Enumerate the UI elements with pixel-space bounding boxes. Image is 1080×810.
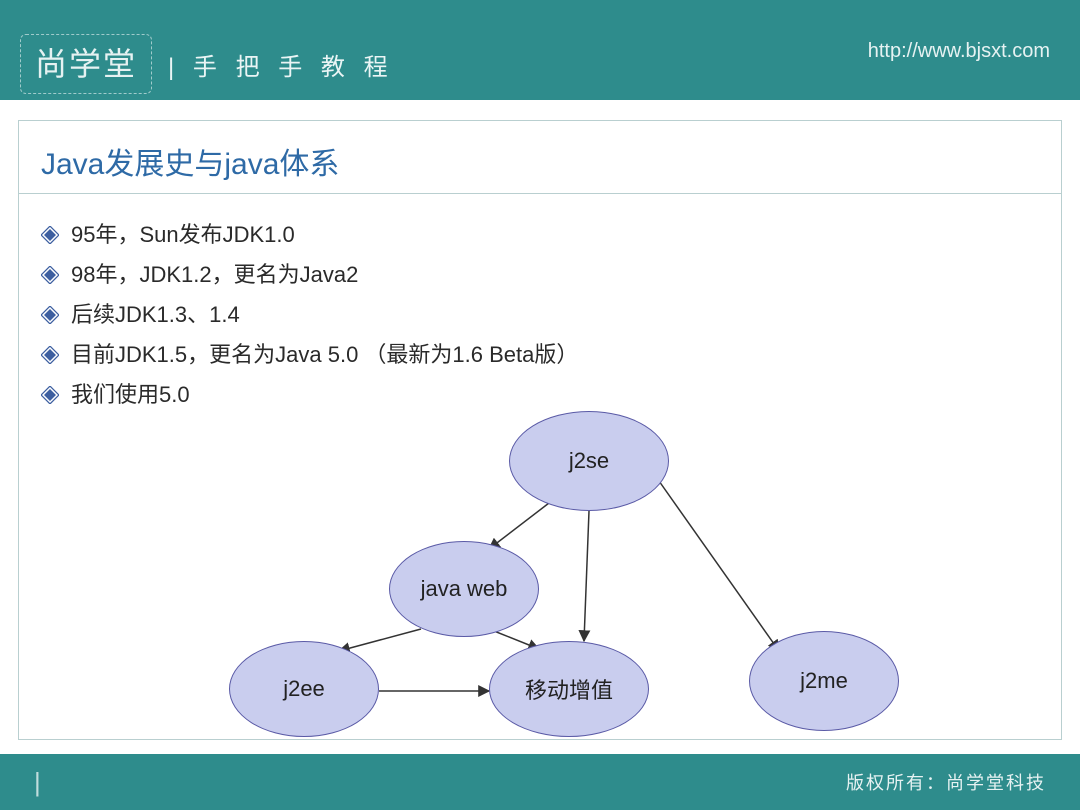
header-url: http://www.bjsxt.com xyxy=(868,40,1050,63)
node-label: j2ee xyxy=(283,676,325,702)
logo-text: 尚学堂 xyxy=(20,34,152,94)
diamond-bullet-icon xyxy=(41,386,59,404)
slide-title-row: Java发展史与java体系 xyxy=(19,121,1061,194)
node-label: j2se xyxy=(569,448,609,474)
logo-area: 尚学堂 | 手 把 手 教 程 xyxy=(20,34,394,94)
header-bar: 尚学堂 | 手 把 手 教 程 http://www.bjsxt.com xyxy=(0,0,1080,100)
slide-title: Java发展史与java体系 xyxy=(41,139,1039,183)
list-item: 98年，JDK1.2，更名为Java2 xyxy=(41,258,1039,292)
node-javaweb: java web xyxy=(389,541,539,637)
diamond-bullet-icon xyxy=(41,266,59,284)
diamond-bullet-icon xyxy=(41,306,59,324)
bullet-text: 后续JDK1.3、1.4 xyxy=(71,298,240,332)
footer-copyright: 版权所有：尚学堂科技 xyxy=(846,769,1046,795)
list-item: 后续JDK1.3、1.4 xyxy=(41,298,1039,332)
node-j2me: j2me xyxy=(749,631,899,731)
content-panel: Java发展史与java体系 95年，Sun发布JDK1.0 98年，JDK1.… xyxy=(18,120,1062,740)
node-label: 移动增值 xyxy=(525,673,613,705)
bullet-list: 95年，Sun发布JDK1.0 98年，JDK1.2，更名为Java2 后续JD… xyxy=(19,194,1061,412)
diamond-bullet-icon xyxy=(41,226,59,244)
list-item: 95年，Sun发布JDK1.0 xyxy=(41,218,1039,252)
node-j2se: j2se xyxy=(509,411,669,511)
list-item: 目前JDK1.5，更名为Java 5.0 （最新为1.6 Beta版） xyxy=(41,338,1039,372)
node-j2ee: j2ee xyxy=(229,641,379,737)
footer-separator: | xyxy=(34,767,41,798)
bullet-text: 98年，JDK1.2，更名为Java2 xyxy=(71,258,358,292)
diagram-area: j2se java web j2ee 移动增值 j2me xyxy=(189,411,949,731)
diamond-bullet-icon xyxy=(41,346,59,364)
bullet-text: 我们使用5.0 xyxy=(71,378,190,412)
list-item: 我们使用5.0 xyxy=(41,378,1039,412)
node-label: java web xyxy=(421,576,508,602)
node-label: j2me xyxy=(800,668,848,694)
node-mobile: 移动增值 xyxy=(489,641,649,737)
header-subtitle: | 手 把 手 教 程 xyxy=(168,47,394,82)
footer-bar: | 版权所有：尚学堂科技 xyxy=(0,754,1080,810)
bullet-text: 95年，Sun发布JDK1.0 xyxy=(71,218,295,252)
bullet-text: 目前JDK1.5，更名为Java 5.0 （最新为1.6 Beta版） xyxy=(71,338,578,372)
